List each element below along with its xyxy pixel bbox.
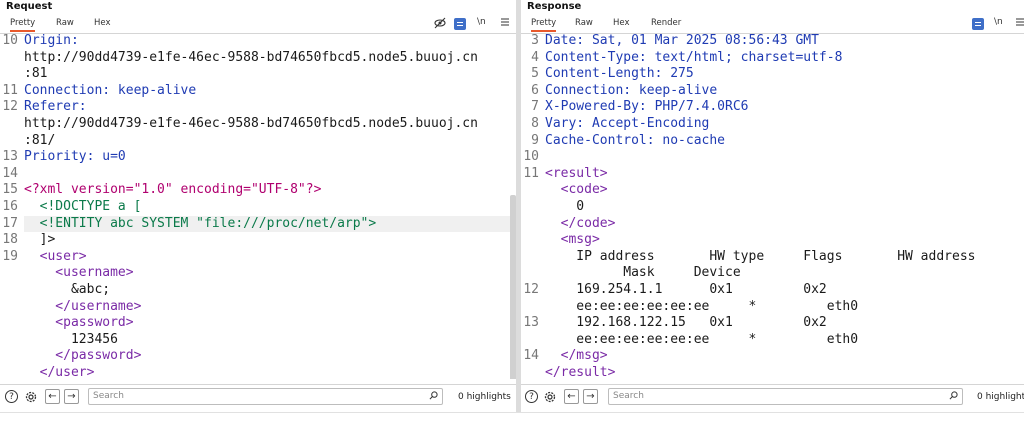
search-icon — [949, 391, 958, 400]
response-tab-hex[interactable]: Hex — [613, 18, 630, 28]
help-icon[interactable]: ? — [525, 390, 538, 403]
response-search-input[interactable]: Search — [608, 388, 963, 405]
response-search-bar: ? ← → Search 0 highlights — [521, 384, 1024, 411]
response-tab-raw[interactable]: Raw — [575, 18, 593, 28]
request-tab-raw[interactable]: Raw — [56, 18, 74, 28]
request-highlights-count: 0 highlights — [458, 392, 511, 402]
response-highlights-count: 0 highlights — [977, 392, 1024, 402]
wrap-lines-icon[interactable] — [972, 17, 984, 30]
request-search-input[interactable]: Search — [88, 388, 443, 405]
wrap-lines-icon[interactable] — [454, 17, 466, 30]
request-tabs: Pretty Raw Hex \n — [0, 16, 516, 34]
response-tab-render[interactable]: Render — [651, 18, 681, 28]
response-tabs: Pretty Raw Hex Render \n — [521, 16, 1024, 34]
request-tab-pretty[interactable]: Pretty — [10, 18, 36, 32]
next-arrow-icon[interactable]: → — [64, 389, 79, 404]
help-icon[interactable]: ? — [5, 390, 18, 403]
menu-icon[interactable] — [1015, 17, 1024, 30]
response-editor[interactable]: 3 Date: Sat, 01 Mar 2025 08:56:43 GMT 4 Co… — [521, 33, 1024, 379]
menu-icon[interactable] — [500, 17, 510, 30]
newline-icon[interactable]: \n — [477, 17, 486, 27]
newline-icon[interactable]: \n — [994, 17, 1003, 27]
response-pane: Response Pretty Raw Hex Render \n 3 Date:… — [521, 0, 1024, 422]
request-search-bar: ? ← → Search 0 highlights — [0, 384, 516, 411]
settings-gear-icon[interactable] — [543, 390, 556, 403]
hide-icon[interactable] — [434, 17, 446, 32]
request-pane: Request Pretty Raw Hex \n 10 Origin: http… — [0, 0, 516, 422]
request-scrollbar[interactable] — [510, 195, 516, 379]
previous-arrow-icon[interactable]: ← — [45, 389, 60, 404]
previous-arrow-icon[interactable]: ← — [564, 389, 579, 404]
settings-gear-icon[interactable] — [24, 390, 37, 403]
request-title: Request — [6, 1, 53, 12]
response-title: Response — [527, 1, 582, 12]
request-tab-hex[interactable]: Hex — [94, 18, 111, 28]
response-tab-pretty[interactable]: Pretty — [531, 18, 557, 32]
request-editor[interactable]: 10 Origin: http://90dd4739-e1fe-46ec-9588… — [0, 33, 516, 379]
search-icon — [429, 391, 438, 400]
status-bar — [0, 412, 1024, 423]
next-arrow-icon[interactable]: → — [583, 389, 598, 404]
